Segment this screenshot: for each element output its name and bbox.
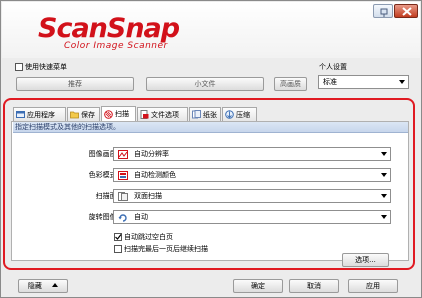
continue-scan-checkbox[interactable] [114, 245, 122, 253]
chevron-down-icon [381, 152, 387, 156]
profile-small-file-button[interactable]: 小文件 [146, 77, 264, 91]
color-mode-label: 色彩模式: [88, 171, 119, 179]
tab-label: 纸张 [203, 110, 217, 119]
tab-file-option[interactable]: 文件选项 [137, 107, 188, 121]
pin-icon [380, 8, 388, 17]
rotate-image-select[interactable]: 自动 [113, 210, 391, 224]
logo-sub-text: Color Image Scanner [64, 41, 168, 51]
scan-side-value: 双面扫描 [134, 192, 162, 200]
image-quality-label: 图像画质: [88, 150, 119, 158]
folder-icon [70, 111, 79, 119]
tab-label: 应用程序 [27, 110, 55, 119]
skip-blank-label: 自动跳过空白页 [124, 233, 173, 241]
scan-side-select[interactable]: 双面扫描 [113, 189, 391, 203]
quick-menu-label: 使用快速菜单 [25, 63, 67, 71]
scansnap-settings-window: ScanSnap Color Image Scanner 使用快速菜单 推荐 小… [0, 0, 422, 298]
close-button[interactable] [394, 4, 418, 18]
ok-button[interactable]: 确定 [233, 279, 283, 293]
image-quality-select[interactable]: 自动分辨率 [113, 147, 391, 161]
apply-button[interactable]: 应用 [348, 279, 398, 293]
image-quality-value: 自动分辨率 [134, 150, 169, 158]
header-banner: ScanSnap Color Image Scanner [2, 2, 420, 58]
color-mode-select[interactable]: 自动检测颜色 [113, 168, 391, 182]
tab-application[interactable]: 应用程序 [13, 107, 66, 121]
tab-label: 压缩 [236, 110, 250, 119]
tab-label: 扫描 [115, 110, 129, 118]
chevron-up-icon [52, 283, 59, 287]
application-icon [16, 111, 25, 118]
scan-icon [104, 109, 113, 119]
tab-bar: 应用程序 保存 扫描 文件选项 纸张 压缩 [13, 106, 409, 121]
scan-side-label: 扫描面: [95, 192, 119, 200]
description-text: 指定扫描模式及其他的扫描选项。 [15, 123, 120, 131]
tab-label: 保存 [81, 110, 95, 119]
tab-scan[interactable]: 扫描 [101, 106, 136, 121]
color-mode-icon [118, 171, 128, 180]
hide-button[interactable]: 隐藏 [18, 279, 68, 293]
profile-high-quality-button[interactable]: 高画质 [274, 77, 307, 91]
rotate-image-label: 旋转图像: [88, 213, 119, 221]
description-strip: 指定扫描模式及其他的扫描选项。 [13, 122, 408, 133]
scansnap-logo: ScanSnap Color Image Scanner [38, 14, 208, 54]
personal-settings-value: 标准 [323, 78, 337, 86]
skip-blank-checkbox[interactable] [114, 233, 122, 241]
image-quality-icon [118, 150, 128, 159]
file-option-icon [140, 110, 149, 119]
options-button[interactable]: 选项... [342, 253, 389, 267]
quick-menu-checkbox[interactable] [15, 63, 23, 71]
cancel-button[interactable]: 取消 [289, 279, 339, 293]
rotate-icon [118, 214, 127, 222]
chevron-down-icon [399, 80, 405, 84]
paper-icon [192, 110, 201, 119]
chevron-down-icon [381, 194, 387, 198]
tab-save[interactable]: 保存 [67, 107, 100, 121]
tab-paper[interactable]: 纸张 [189, 107, 221, 121]
tab-compression[interactable]: 压缩 [222, 107, 257, 121]
minimize-button[interactable] [373, 4, 393, 18]
tab-label: 文件选项 [151, 110, 179, 119]
personal-settings-label: 个人设置 [319, 63, 347, 71]
checkmark-icon [115, 234, 122, 240]
rotate-image-value: 自动 [134, 213, 148, 221]
continue-scan-label: 扫描完最后一页后继续扫描 [124, 245, 208, 253]
profile-recommended-button[interactable]: 推荐 [16, 77, 134, 91]
personal-settings-select[interactable]: 标准 [318, 75, 409, 89]
color-mode-value: 自动检测颜色 [134, 171, 176, 179]
duplex-icon [118, 192, 128, 201]
chevron-down-icon [381, 173, 387, 177]
compression-icon [225, 110, 234, 119]
logo-main-text: ScanSnap [38, 13, 180, 44]
close-icon [402, 7, 412, 16]
hide-button-label: 隐藏 [27, 282, 42, 290]
chevron-down-icon [381, 215, 387, 219]
